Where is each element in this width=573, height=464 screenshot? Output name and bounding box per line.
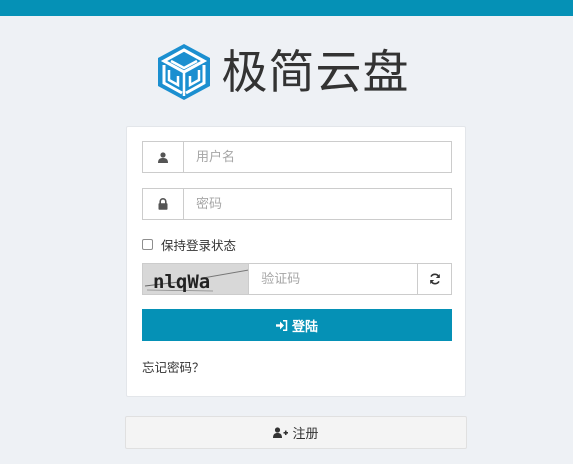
password-input[interactable] <box>183 188 452 220</box>
captcha-input[interactable] <box>248 263 419 295</box>
username-input[interactable] <box>183 141 452 173</box>
cube-maze-logo-icon <box>157 44 210 100</box>
username-group <box>142 141 452 173</box>
register-button[interactable]: 注册 <box>125 416 467 449</box>
login-label: 登陆 <box>291 319 318 335</box>
lock-icon <box>142 188 183 220</box>
brand-name: 极简云盘 <box>221 45 410 99</box>
sign-in-icon <box>275 319 288 331</box>
password-group <box>142 188 452 220</box>
remember-me[interactable]: 保持登录状态 <box>142 235 236 254</box>
captcha-text: nlqWa <box>153 271 210 293</box>
captcha-image[interactable]: nlqWa <box>142 263 249 295</box>
brand-header: 极简云盘 <box>0 42 573 102</box>
login-button[interactable]: 登陆 <box>142 309 452 341</box>
remember-label: 保持登录状态 <box>161 238 237 253</box>
forgot-password-link[interactable]: 忘记密码？ <box>142 357 205 376</box>
top-bar <box>0 0 573 16</box>
login-panel: 保持登录状态 nlqWa 登陆 <box>126 126 466 397</box>
captcha-group: nlqWa <box>142 263 452 295</box>
refresh-icon <box>429 273 440 285</box>
user-icon <box>142 141 183 173</box>
register-label: 注册 <box>292 427 319 442</box>
user-plus-icon <box>273 427 289 438</box>
remember-checkbox[interactable] <box>142 239 153 250</box>
captcha-refresh-button[interactable] <box>418 263 452 295</box>
